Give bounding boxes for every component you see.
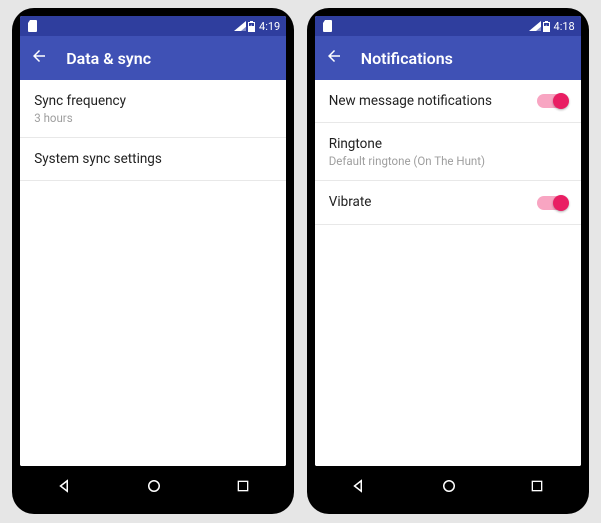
ringtone-row[interactable]: Ringtone Default ringtone (On The Hunt) [315, 123, 581, 181]
phone-left: ! 4:19 Data & sync Sync frequency 3 hour… [12, 8, 294, 514]
app-bar: Notifications [315, 36, 581, 80]
nav-home-icon[interactable] [145, 477, 163, 495]
sdcard-icon [28, 20, 38, 32]
row-subtitle: Default ringtone (On The Hunt) [329, 154, 567, 168]
battery-icon [543, 21, 550, 32]
phone-right: ! 4:18 Notifications New message notific… [307, 8, 589, 514]
svg-text:!: ! [537, 23, 538, 28]
sdcard-icon [323, 20, 333, 32]
settings-list: Sync frequency 3 hours System sync setti… [20, 80, 286, 466]
nav-bar [20, 466, 286, 506]
toggle-switch[interactable] [537, 196, 567, 210]
row-title: Vibrate [329, 193, 537, 211]
toggle-switch[interactable] [537, 94, 567, 108]
nav-back-icon[interactable] [56, 477, 74, 495]
nav-home-icon[interactable] [440, 477, 458, 495]
page-title: Data & sync [66, 49, 151, 68]
status-time: 4:19 [259, 20, 280, 33]
page-title: Notifications [361, 49, 453, 68]
row-subtitle: 3 hours [34, 111, 272, 125]
row-title: New message notifications [329, 92, 537, 110]
nav-back-icon[interactable] [350, 477, 368, 495]
row-title: Sync frequency [34, 92, 272, 110]
battery-icon [248, 21, 255, 32]
status-bar: ! 4:18 [315, 16, 581, 36]
nav-recent-icon[interactable] [529, 478, 545, 494]
signal-icon: ! [529, 21, 541, 31]
screen: ! 4:19 Data & sync Sync frequency 3 hour… [20, 16, 286, 466]
status-time: 4:18 [554, 20, 575, 33]
back-icon[interactable] [30, 47, 48, 69]
nav-recent-icon[interactable] [235, 478, 251, 494]
vibrate-row[interactable]: Vibrate [315, 181, 581, 224]
sync-frequency-row[interactable]: Sync frequency 3 hours [20, 80, 286, 138]
back-icon[interactable] [325, 47, 343, 69]
row-title: Ringtone [329, 135, 567, 153]
nav-bar [315, 466, 581, 506]
screen: ! 4:18 Notifications New message notific… [315, 16, 581, 466]
svg-text:!: ! [242, 23, 243, 28]
row-title: System sync settings [34, 150, 272, 168]
signal-icon: ! [234, 21, 246, 31]
new-message-notif-row[interactable]: New message notifications [315, 80, 581, 123]
settings-list: New message notifications Ringtone Defau… [315, 80, 581, 466]
app-bar: Data & sync [20, 36, 286, 80]
status-bar: ! 4:19 [20, 16, 286, 36]
system-sync-row[interactable]: System sync settings [20, 138, 286, 181]
